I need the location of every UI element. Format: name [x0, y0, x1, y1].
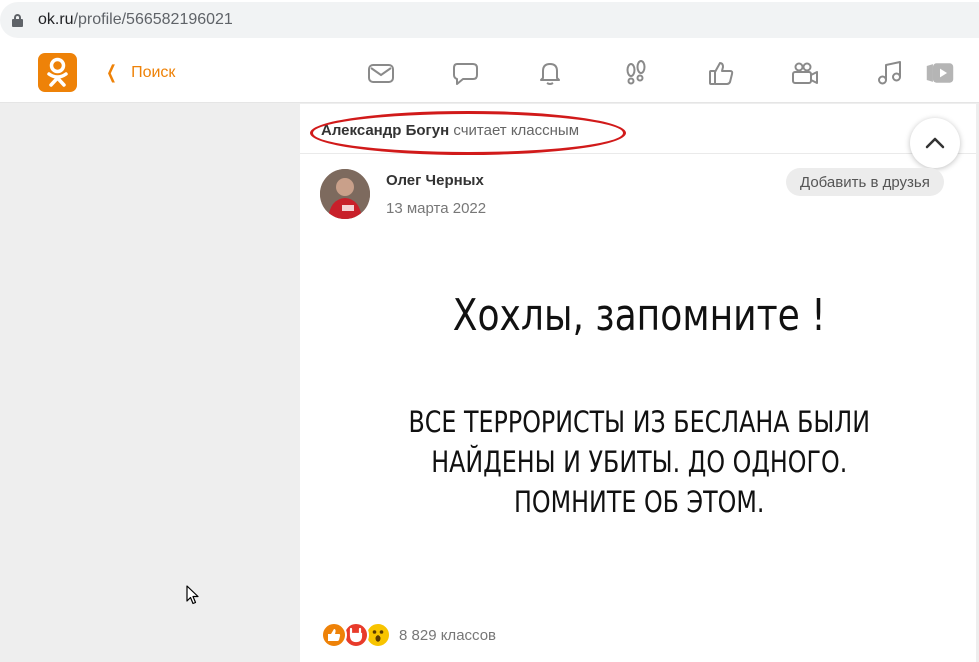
browser-address-bar: ok.ru/profile/566582196021 [0, 0, 979, 40]
video-play-icon[interactable] [925, 59, 959, 87]
music-icon[interactable] [875, 59, 905, 87]
highlight-ellipse [310, 111, 626, 155]
image-body-line: ВСЕ ТЕРРОРИСТЫ ИЗ БЕСЛАНА БЫЛИ [408, 405, 871, 439]
lock-icon[interactable] [12, 13, 23, 27]
top-navigation: ❮ Поиск [0, 40, 979, 103]
avatar[interactable] [320, 169, 370, 219]
mail-icon[interactable] [366, 59, 396, 87]
classes-count[interactable]: 8 829 классов [399, 627, 496, 644]
left-sidebar-area [0, 104, 300, 662]
post-author-name[interactable]: Олег Черных [386, 172, 484, 189]
post-image[interactable]: Хохлы, запомните ! ВСЕ ТЕРРОРИСТЫ ИЗ БЕС… [300, 234, 976, 614]
post-author-row: Олег Черных 13 марта 2022 Добавить в дру… [320, 168, 960, 222]
mouse-cursor-icon [186, 585, 200, 610]
video-camera-icon[interactable] [790, 59, 820, 87]
scroll-to-top-button[interactable] [910, 118, 960, 168]
url-text[interactable]: ok.ru/profile/566582196021 [38, 11, 233, 29]
like-reaction-icon [321, 622, 347, 648]
image-body-line: НАЙДЕНЫ И УБИТЫ. ДО ОДНОГО. [431, 445, 848, 479]
chevron-up-icon [925, 137, 945, 149]
image-body-text: ВСЕ ТЕРРОРИСТЫ ИЗ БЕСЛАНА БЫЛИ НАЙДЕНЫ И… [362, 402, 916, 522]
activity-header: Александр Богун считает классным [300, 104, 976, 155]
image-headline: Хохлы, запомните ! [452, 290, 826, 341]
url-field[interactable]: ok.ru/profile/566582196021 [0, 2, 979, 38]
chat-icon[interactable] [451, 59, 481, 87]
add-friend-button[interactable]: Добавить в друзья [786, 168, 944, 196]
post-date[interactable]: 13 марта 2022 [386, 200, 486, 217]
footprints-icon[interactable] [621, 59, 651, 87]
bell-icon[interactable] [535, 59, 565, 87]
image-body-line: ПОМНИТЕ ОБ ЭТОМ. [514, 485, 765, 519]
post-card: Александр Богун считает классным Олег Че… [300, 104, 976, 662]
thumbs-up-icon[interactable] [706, 59, 736, 87]
reactions-bar[interactable]: 8 829 классов [321, 622, 496, 648]
